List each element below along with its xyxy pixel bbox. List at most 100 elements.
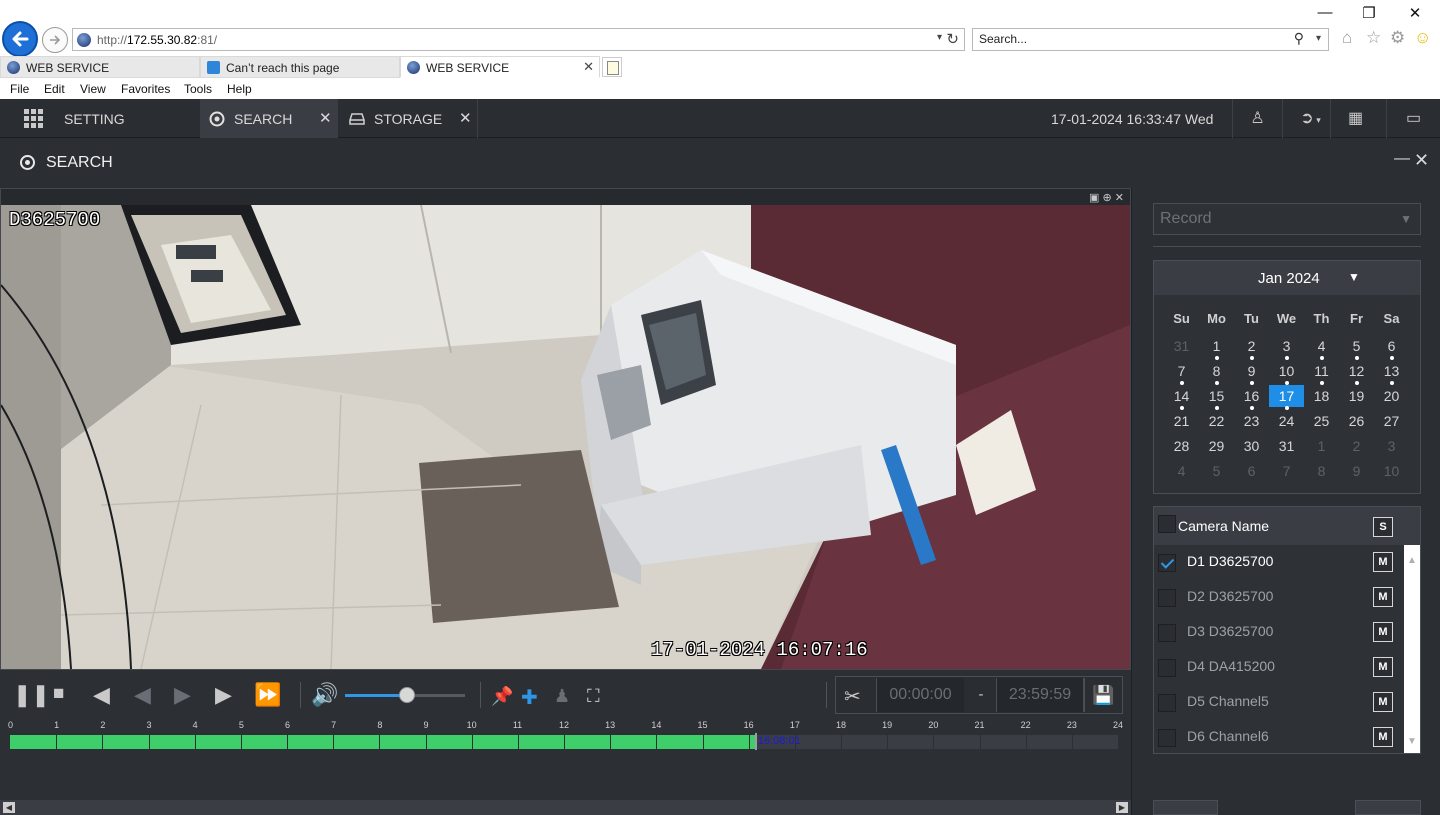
live-view-button[interactable]: ▭ bbox=[1386, 99, 1440, 138]
record-type-select[interactable]: Record ▼ bbox=[1153, 203, 1421, 235]
close-panel-icon[interactable]: ✕ bbox=[1414, 150, 1429, 171]
favorites-star-icon[interactable]: ☆ bbox=[1366, 28, 1381, 48]
user-button[interactable]: ♙ bbox=[1232, 99, 1282, 138]
calendar-day[interactable]: 12 bbox=[1339, 360, 1374, 385]
scissors-icon[interactable]: ✂ bbox=[844, 684, 861, 709]
pin-icon[interactable]: 📌 bbox=[491, 686, 513, 707]
menu-help[interactable]: Help bbox=[227, 82, 252, 96]
browser-search-box[interactable]: ⚲ ▾ bbox=[972, 28, 1329, 51]
smart-search-icon[interactable]: ✚ bbox=[521, 685, 538, 710]
calendar-day[interactable]: 24 bbox=[1269, 410, 1304, 432]
calendar-day[interactable]: 4 bbox=[1164, 460, 1199, 482]
play-reverse-icon[interactable]: ◀ bbox=[93, 682, 110, 708]
calendar-day[interactable]: 1 bbox=[1304, 435, 1339, 457]
calendar-day[interactable]: 5 bbox=[1199, 460, 1234, 482]
calendar-day[interactable]: 14 bbox=[1164, 385, 1199, 410]
slow-play-icon[interactable]: ▶ bbox=[215, 682, 232, 708]
home-icon[interactable]: ⌂ bbox=[1342, 28, 1352, 48]
volume-slider[interactable] bbox=[345, 687, 465, 703]
calendar-day[interactable]: 28 bbox=[1164, 435, 1199, 457]
camera-checkbox[interactable] bbox=[1158, 694, 1176, 712]
new-tab-button[interactable] bbox=[602, 57, 622, 77]
scroll-left-arrow-icon[interactable]: ◀ bbox=[3, 802, 15, 813]
fast-forward-icon[interactable]: ⏩ bbox=[254, 682, 281, 708]
calendar-day[interactable]: 10 bbox=[1269, 360, 1304, 385]
month-dropdown-icon[interactable]: ▼ bbox=[1348, 270, 1360, 284]
stop-icon[interactable]: ■ bbox=[53, 683, 64, 705]
previous-page-button[interactable] bbox=[1153, 800, 1218, 815]
timeline-cursor[interactable] bbox=[754, 733, 757, 750]
camera-main-stream-button[interactable]: M bbox=[1373, 587, 1393, 607]
calendar-day[interactable]: 30 bbox=[1234, 435, 1269, 457]
snapshot-icon[interactable]: ▣ bbox=[1089, 192, 1099, 204]
calendar-day[interactable]: 13 bbox=[1374, 360, 1409, 385]
menu-tools[interactable]: Tools bbox=[184, 82, 212, 96]
scroll-up-icon[interactable]: ▲ bbox=[1407, 555, 1417, 566]
camera-checkbox[interactable] bbox=[1158, 659, 1176, 677]
maximize-window-button[interactable]: ❐ bbox=[1354, 4, 1384, 22]
qr-code-button[interactable]: ▦ bbox=[1330, 99, 1380, 138]
search-icon[interactable]: ⚲ bbox=[1294, 30, 1304, 47]
volume-knob[interactable] bbox=[399, 687, 416, 703]
list-view-button[interactable] bbox=[1355, 800, 1421, 815]
calendar-day[interactable]: 11 bbox=[1304, 360, 1339, 385]
browser-tab-3-active[interactable]: WEB SERVICE ✕ bbox=[400, 56, 600, 78]
tab-storage[interactable]: STORAGE ✕ bbox=[340, 99, 478, 138]
address-bar[interactable]: http://172.55.30.82:81/ ▾ ↻ bbox=[72, 28, 965, 51]
close-tab-icon[interactable]: ✕ bbox=[583, 59, 594, 75]
calendar-day[interactable]: 25 bbox=[1304, 410, 1339, 432]
camera-main-stream-button[interactable]: M bbox=[1373, 727, 1393, 747]
save-clip-icon[interactable]: 💾 bbox=[1084, 678, 1122, 712]
horizontal-scrollbar[interactable]: ◀ ▶ bbox=[0, 800, 1131, 815]
gear-icon[interactable]: ⚙ bbox=[1390, 28, 1405, 48]
calendar-day[interactable]: 3 bbox=[1269, 335, 1304, 360]
calendar-day[interactable]: 1 bbox=[1199, 335, 1234, 360]
camera-checkbox[interactable] bbox=[1158, 589, 1176, 607]
camera-checkbox[interactable] bbox=[1158, 624, 1176, 642]
camera-row[interactable]: D5 Channel5 M bbox=[1154, 685, 1402, 720]
minimize-panel-icon[interactable]: — bbox=[1394, 150, 1410, 168]
human-detect-icon[interactable]: ♟ bbox=[554, 686, 570, 707]
search-dropdown-icon[interactable]: ▾ bbox=[1316, 33, 1321, 44]
calendar-day[interactable]: 15 bbox=[1199, 385, 1234, 410]
tab-setting[interactable]: SETTING bbox=[0, 99, 200, 138]
menu-favorites[interactable]: Favorites bbox=[121, 82, 170, 96]
select-all-checkbox[interactable] bbox=[1158, 515, 1176, 533]
timeline-bar[interactable] bbox=[10, 735, 1118, 749]
calendar-day[interactable]: 10 bbox=[1374, 460, 1409, 482]
forward-button[interactable] bbox=[42, 27, 68, 53]
camera-list-scrollbar[interactable]: ▲ ▼ bbox=[1404, 545, 1420, 753]
next-frame-icon[interactable]: ▶ bbox=[174, 682, 191, 708]
back-button[interactable] bbox=[2, 21, 38, 57]
menu-edit[interactable]: Edit bbox=[44, 82, 65, 96]
pause-icon[interactable]: ❚❚ bbox=[13, 682, 50, 708]
calendar-day[interactable]: 3 bbox=[1374, 435, 1409, 457]
camera-row[interactable]: D1 D3625700 M bbox=[1154, 545, 1402, 580]
previous-frame-icon[interactable]: ◀ bbox=[134, 682, 151, 708]
calendar-day[interactable]: 27 bbox=[1374, 410, 1409, 432]
camera-row[interactable]: D6 Channel6 M bbox=[1154, 720, 1402, 755]
refresh-icon[interactable]: ↻ bbox=[946, 30, 959, 48]
browser-search-input[interactable] bbox=[979, 32, 1279, 46]
calendar-day[interactable]: 22 bbox=[1199, 410, 1234, 432]
calendar-day[interactable]: 31 bbox=[1269, 435, 1304, 457]
calendar-header[interactable]: Jan 2024 ▼ bbox=[1154, 261, 1420, 295]
fullscreen-icon[interactable]: ⛶ bbox=[587, 686, 600, 707]
calendar-day[interactable]: 6 bbox=[1374, 335, 1409, 360]
sync-play-button[interactable]: S bbox=[1373, 517, 1393, 537]
close-window-button[interactable]: ✕ bbox=[1400, 4, 1430, 22]
close-search-tab-icon[interactable]: ✕ bbox=[319, 109, 332, 127]
smiley-feedback-icon[interactable]: ☺ bbox=[1414, 28, 1431, 48]
calendar-day[interactable]: 8 bbox=[1199, 360, 1234, 385]
calendar-day[interactable]: 9 bbox=[1339, 460, 1374, 482]
calendar-day[interactable]: 2 bbox=[1339, 435, 1374, 457]
camera-checkbox[interactable] bbox=[1158, 729, 1176, 747]
calendar-day[interactable]: 2 bbox=[1234, 335, 1269, 360]
tab-search[interactable]: SEARCH ✕ bbox=[200, 99, 338, 138]
calendar-day[interactable]: 8 bbox=[1304, 460, 1339, 482]
browser-tab-1[interactable]: WEB SERVICE bbox=[0, 56, 200, 78]
minimize-window-button[interactable]: — bbox=[1310, 4, 1340, 21]
volume-icon[interactable]: 🔊 bbox=[311, 682, 338, 708]
camera-main-stream-button[interactable]: M bbox=[1373, 657, 1393, 677]
browser-tab-2[interactable]: Can’t reach this page bbox=[200, 56, 400, 78]
